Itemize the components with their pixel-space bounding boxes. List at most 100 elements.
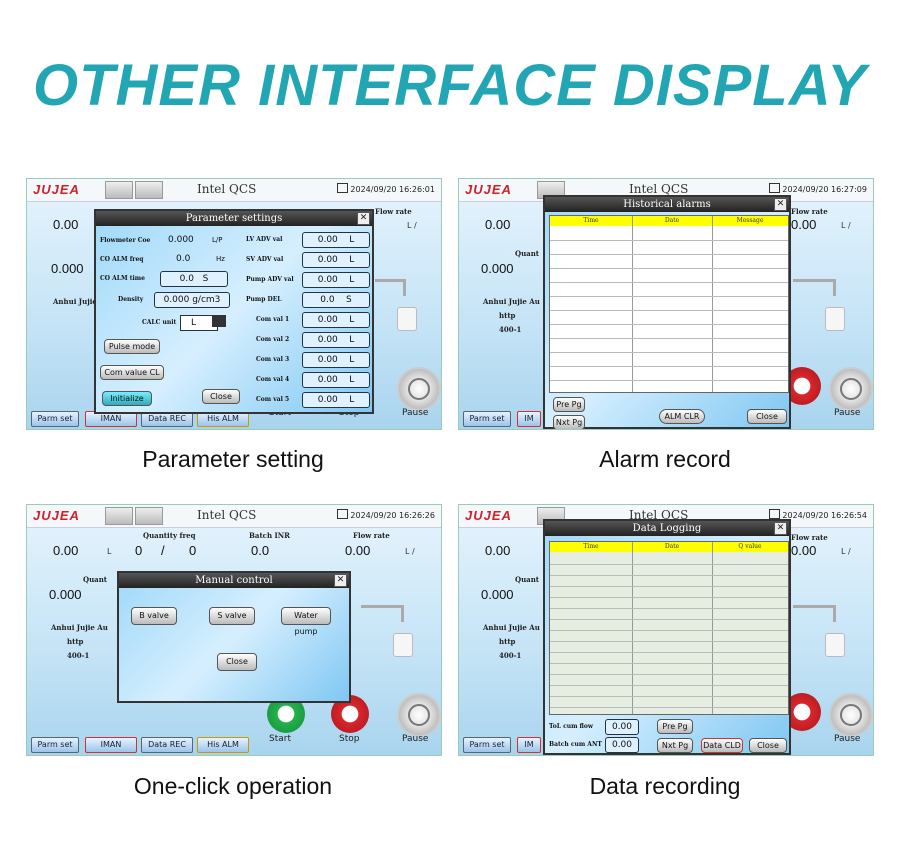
param-field-right[interactable]: 0.0 S xyxy=(302,292,370,308)
dialog-title: Manual control xyxy=(119,573,349,588)
tab-parm-set[interactable]: Parm set xyxy=(31,737,79,753)
close-icon[interactable]: ✕ xyxy=(357,212,370,225)
tab-iman[interactable]: IM xyxy=(517,411,541,427)
pipe xyxy=(375,279,406,296)
batch-cum-ant-value: 0.00 xyxy=(605,737,639,753)
quantity-value: 0.00 xyxy=(485,217,511,232)
data-logging-dialog: Data Logging ✕ Time Date Q value ToL cum… xyxy=(543,519,791,755)
close-icon[interactable]: ✕ xyxy=(774,522,787,535)
headline: OTHER INTERFACE DISPLAY xyxy=(33,53,867,118)
logo: JUJEA xyxy=(465,182,512,197)
column-message: Message xyxy=(736,217,764,224)
bucket-icon xyxy=(393,633,413,657)
data-cld-button[interactable]: Data CLD xyxy=(701,738,743,753)
tab-parm-set[interactable]: Parm set xyxy=(31,411,79,427)
close-button[interactable]: Close xyxy=(217,653,257,671)
bucket-icon xyxy=(397,307,417,331)
app-title: Intel QCS xyxy=(197,182,257,196)
pre-pg-button[interactable]: Pre Pg xyxy=(657,719,693,734)
logo: JUJEA xyxy=(33,508,80,523)
column-date: Date xyxy=(664,543,680,550)
website-label: http xyxy=(499,637,516,646)
app-title: Intel QCS xyxy=(197,508,257,522)
website-label: http xyxy=(499,311,516,320)
water-pump-button[interactable]: Water pump xyxy=(281,607,331,636)
param-field-density[interactable]: 0.000 g/cm3 xyxy=(154,292,230,308)
tab-parm-set[interactable]: Parm set xyxy=(463,737,511,753)
close-button[interactable]: Close xyxy=(747,409,787,424)
top-button-1[interactable] xyxy=(105,507,133,525)
close-icon[interactable]: ✕ xyxy=(334,574,347,587)
quant-value: 0.000 xyxy=(49,587,82,602)
param-label-right: Com val 4 xyxy=(256,376,290,383)
param-field-right[interactable]: 0.00 L xyxy=(302,232,370,248)
param-field-right[interactable]: 0.00 L xyxy=(302,252,370,268)
param-field-right[interactable]: 0.00 L xyxy=(302,352,370,368)
param-label-co-alm-time: CO ALM time xyxy=(100,275,145,282)
tab-data-rec[interactable]: Data REC xyxy=(141,737,193,753)
flow-unit: L / xyxy=(841,221,851,230)
flow-value: 0.00 xyxy=(791,543,817,558)
pause-button[interactable] xyxy=(829,693,873,737)
param-value-flowmeter-coe[interactable]: 0.000 xyxy=(168,235,194,245)
b-valve-button[interactable]: B valve xyxy=(131,607,177,625)
tab-parm-set[interactable]: Parm set xyxy=(463,411,511,427)
freq-value-1: 0 xyxy=(135,543,143,558)
tab-iman[interactable]: IMAN xyxy=(85,737,137,753)
pause-button[interactable] xyxy=(397,693,441,737)
param-label-density: Density xyxy=(118,296,144,303)
nxt-pg-button[interactable]: Nxt Pg xyxy=(553,415,585,429)
close-button[interactable]: Close xyxy=(202,389,240,404)
alm-clr-button[interactable]: ALM CLR xyxy=(659,409,705,424)
initialize-button[interactable]: Initialize xyxy=(102,391,152,406)
flow-value: 0.00 xyxy=(791,217,817,232)
quant-value: 0.000 xyxy=(481,261,514,276)
tab-his-alm[interactable]: His ALM xyxy=(197,737,249,753)
top-button-2[interactable] xyxy=(135,181,163,199)
param-field-co-alm-time[interactable]: 0.0 S xyxy=(160,271,228,287)
pause-button[interactable] xyxy=(829,367,873,411)
param-label-right: Com val 2 xyxy=(256,336,290,343)
total-cum-flow-label: ToL cum flow xyxy=(549,723,594,730)
param-field-right[interactable]: 0.00 L xyxy=(302,272,370,288)
com-value-cl-button[interactable]: Com value CL xyxy=(100,365,164,380)
column-time: Time xyxy=(583,543,599,550)
bucket-icon xyxy=(825,307,845,331)
calendar-icon xyxy=(769,509,781,519)
caption-alarm-record: Alarm record xyxy=(599,446,731,472)
screen-one-click-operation: JUJEA Intel QCS 2024/09/20 16:26:26 Quan… xyxy=(26,504,442,756)
param-field-right[interactable]: 0.00 L xyxy=(302,332,370,348)
param-field-right[interactable]: 0.00 L xyxy=(302,392,370,408)
pulse-mode-button[interactable]: Pulse mode xyxy=(104,339,160,354)
pause-button[interactable] xyxy=(397,367,441,411)
param-value-co-alm-freq[interactable]: 0.0 xyxy=(176,254,190,264)
quant-value: 0.000 xyxy=(51,261,84,276)
top-button-1[interactable] xyxy=(105,181,133,199)
flow-label: Flow rate xyxy=(791,533,828,542)
datetime: 2024/09/20 16:26:26 xyxy=(337,509,435,520)
phone-label: 400-1 xyxy=(499,325,522,334)
s-valve-button[interactable]: S valve xyxy=(209,607,255,625)
top-button-2[interactable] xyxy=(135,507,163,525)
param-field-right[interactable]: 0.00 L xyxy=(302,312,370,328)
close-button[interactable]: Close xyxy=(749,738,787,753)
param-label-right: LV ADV val xyxy=(246,236,283,243)
pre-pg-button[interactable]: Pre Pg xyxy=(553,397,585,412)
nxt-pg-button[interactable]: Nxt Pg xyxy=(657,738,693,753)
param-label-right: Pump ADV val xyxy=(246,276,294,283)
batch-inr-label: Batch INR xyxy=(249,531,290,540)
chevron-down-icon[interactable] xyxy=(212,315,226,327)
website-label: http xyxy=(67,637,84,646)
quant-label: Quant xyxy=(515,575,540,584)
flow-label: Flow rate xyxy=(375,207,412,216)
datetime: 2024/09/20 16:26:01 xyxy=(337,183,435,194)
tab-iman[interactable]: IM xyxy=(517,737,541,753)
logo: JUJEA xyxy=(465,508,512,523)
param-field-right[interactable]: 0.00 L xyxy=(302,372,370,388)
top-bar: JUJEA Intel QCS 2024/09/20 16:26:01 xyxy=(27,179,441,202)
quant-label: Quant xyxy=(515,249,540,258)
close-icon[interactable]: ✕ xyxy=(774,198,787,211)
freq-value-2: 0 xyxy=(189,543,197,558)
table-header: Time Date Message xyxy=(550,216,788,226)
screen-data-recording: JUJEA Intel QCS 2024/09/20 16:26:54 0.00… xyxy=(458,504,874,756)
